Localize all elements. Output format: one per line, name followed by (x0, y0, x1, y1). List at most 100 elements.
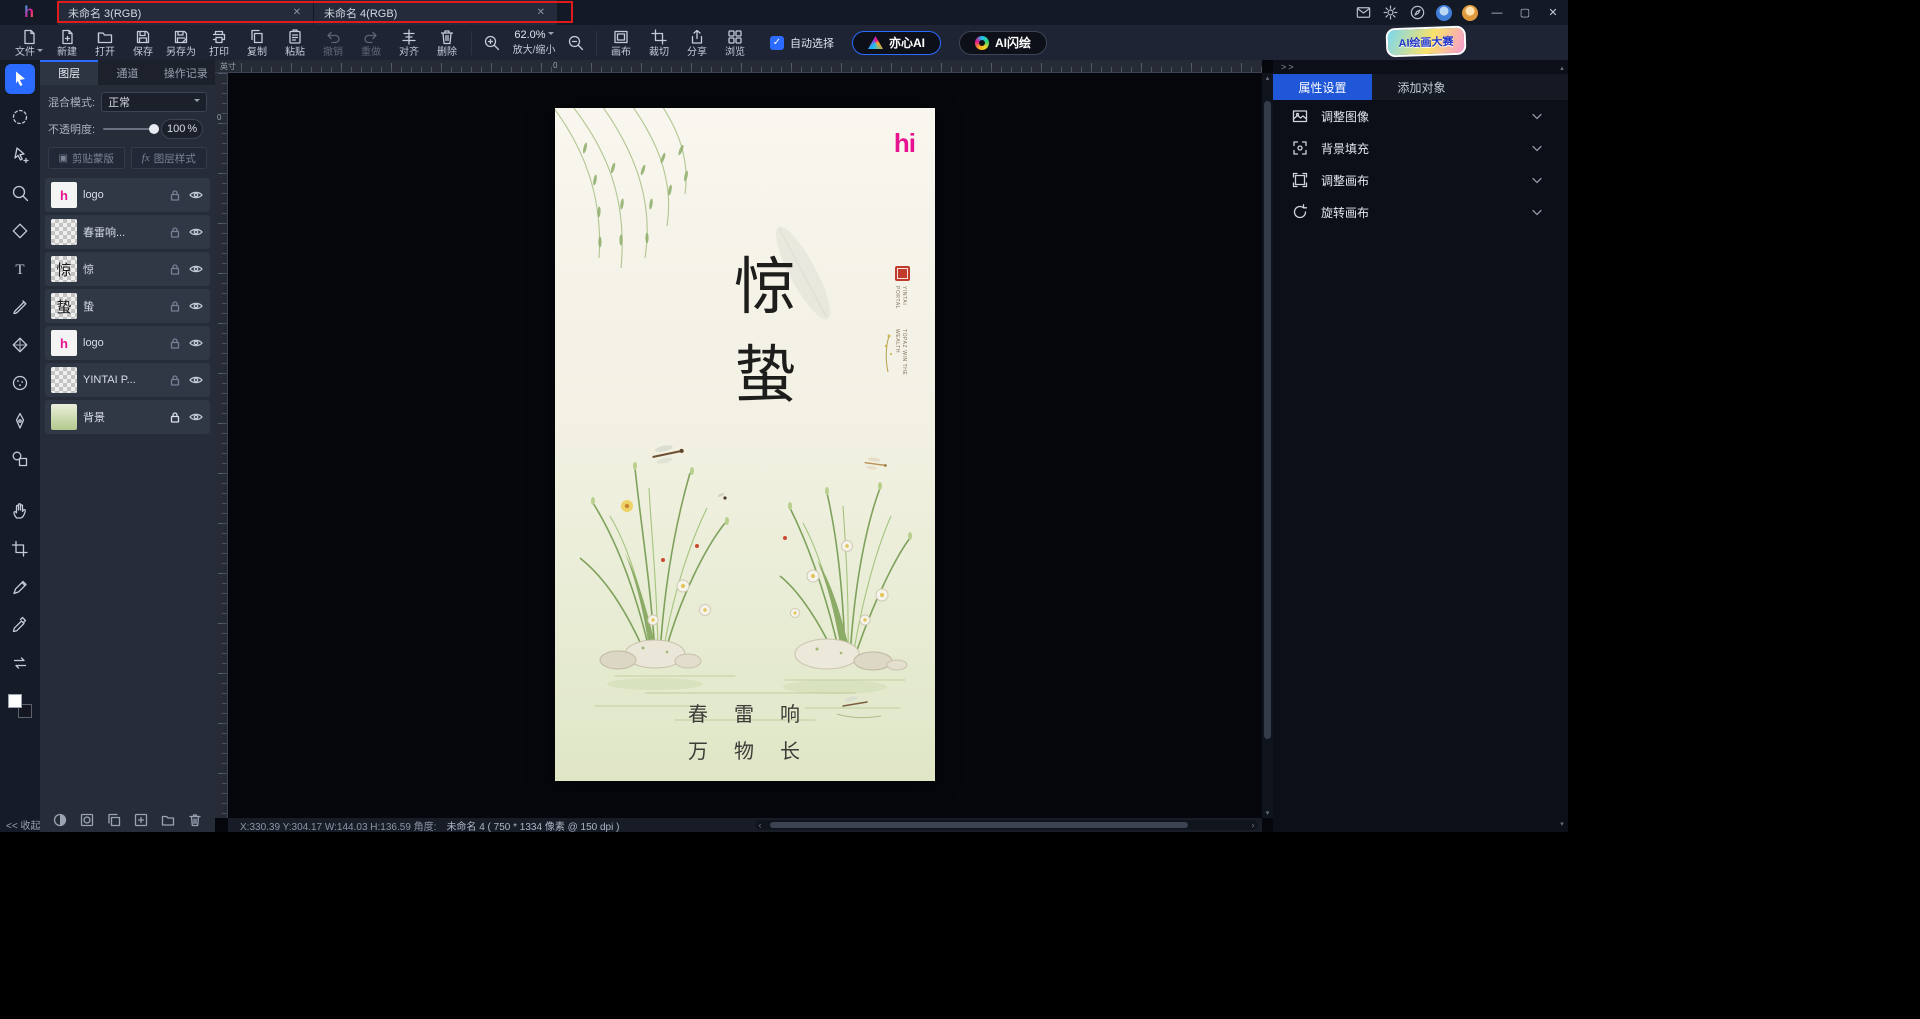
toolstrip-collapse-button[interactable]: << 收起 (6, 817, 40, 832)
delete-button[interactable]: 删除 (428, 28, 466, 58)
lock-icon[interactable] (168, 336, 182, 350)
undo-button[interactable]: 撤销 (314, 28, 352, 58)
mask-icon[interactable] (79, 812, 95, 828)
maximize-button[interactable]: ▢ (1516, 6, 1534, 19)
tab-channels[interactable]: 通道 (98, 60, 156, 85)
layer-row[interactable]: 蛰蛰 (45, 289, 210, 323)
group-folder-icon[interactable] (160, 812, 176, 828)
pattern-tool[interactable] (0, 326, 40, 364)
adjustment-icon[interactable] (52, 812, 68, 828)
user-avatar[interactable] (1436, 5, 1452, 21)
canvas-area[interactable]: 英寸 0 0 (215, 60, 1273, 832)
sphere-tool[interactable] (0, 364, 40, 402)
duplicate-layer-icon[interactable] (106, 812, 122, 828)
foreground-color-swatch[interactable] (8, 694, 22, 708)
marquee-tool[interactable] (0, 98, 40, 136)
scroll-right-icon[interactable]: › (1248, 820, 1258, 830)
new-button[interactable]: 新建 (48, 28, 86, 58)
ai-contest-badge[interactable]: AI绘画大赛 (1386, 26, 1467, 58)
layer-row[interactable]: YINTAI P... (45, 363, 210, 397)
horizontal-scroll-thumb[interactable] (770, 822, 1188, 828)
marker-tool[interactable] (0, 568, 40, 606)
layer-row[interactable]: 背景 (45, 400, 210, 434)
panel-item-adjust-image[interactable]: 调整图像 (1273, 100, 1556, 132)
color-swatches[interactable] (8, 694, 32, 718)
align-button[interactable]: 对齐 (390, 28, 428, 58)
tab-property-settings[interactable]: 属性设置 (1273, 74, 1372, 100)
lock-icon[interactable] (168, 262, 182, 276)
horizontal-scrollbar[interactable]: ‹ › (755, 820, 1258, 830)
close-tab-icon[interactable]: ✕ (291, 7, 303, 18)
vertical-scroll-thumb[interactable] (1264, 101, 1271, 739)
close-tab-icon[interactable]: ✕ (535, 7, 547, 18)
panel-scrollbar[interactable]: ▴ ▾ (1558, 64, 1566, 828)
shape-tool[interactable] (0, 440, 40, 478)
layer-row[interactable]: 春雷响... (45, 215, 210, 249)
panel-item-background-fill[interactable]: 背景填充 (1273, 132, 1556, 164)
canvas-button[interactable]: 画布 (602, 28, 640, 58)
doc-tab-2[interactable]: 未命名 4(RGB) ✕ (314, 0, 558, 25)
new-layer-icon[interactable] (133, 812, 149, 828)
panel-collapse-button[interactable]: >> (1281, 62, 1296, 72)
crop-tool[interactable] (0, 530, 40, 568)
settings-gear-icon[interactable] (1382, 4, 1399, 21)
paste-button[interactable]: 粘贴 (276, 28, 314, 58)
clipping-mask-button[interactable]: ▣ 剪贴蒙版 (48, 147, 125, 169)
save-as-button[interactable]: 另存为 (162, 28, 200, 58)
auto-select-checkbox[interactable]: ✓ 自动选择 (770, 35, 834, 51)
doc-tab-1[interactable]: 未命名 3(RGB) ✕ (58, 0, 314, 25)
mail-icon[interactable] (1355, 4, 1372, 21)
tab-add-object[interactable]: 添加对象 (1372, 74, 1471, 100)
open-button[interactable]: 打开 (86, 28, 124, 58)
crop-button[interactable]: 裁切 (640, 28, 678, 58)
discover-compass-icon[interactable] (1409, 4, 1426, 21)
panel-item-adjust-canvas[interactable]: 调整画布 (1273, 164, 1556, 196)
tab-layers[interactable]: 图层 (40, 60, 98, 85)
poster-document[interactable]: hi 惊 蛰 YINTAI PORTAL TOPAZ WIN THE WEALT… (555, 108, 935, 781)
zoom-in-icon[interactable] (479, 33, 505, 53)
lock-icon[interactable] (168, 225, 182, 239)
copy-button[interactable]: 复制 (238, 28, 276, 58)
opacity-slider-thumb[interactable] (149, 124, 159, 134)
panel-item-rotate-canvas[interactable]: 旋转画布 (1273, 196, 1556, 228)
print-button[interactable]: 打印 (200, 28, 238, 58)
save-button[interactable]: 保存 (124, 28, 162, 58)
layer-row[interactable]: hlogo (45, 178, 210, 212)
redo-button[interactable]: 重做 (352, 28, 390, 58)
vip-avatar[interactable] (1462, 5, 1478, 21)
eye-visibility-icon[interactable] (188, 261, 204, 277)
zoom-tool[interactable] (0, 174, 40, 212)
yixin-ai-button[interactable]: 亦心AI (852, 31, 941, 55)
layer-row[interactable]: 惊惊 (45, 252, 210, 286)
zoom-level-control[interactable]: 62.0% 放大/缩小 (505, 29, 563, 56)
scroll-up-icon[interactable]: ▴ (1262, 74, 1273, 82)
eye-visibility-icon[interactable] (188, 372, 204, 388)
text-tool[interactable]: T (0, 250, 40, 288)
eraser-tool[interactable] (0, 212, 40, 250)
swap-tool[interactable] (0, 644, 40, 682)
brush-tool[interactable] (0, 288, 40, 326)
lock-icon[interactable] (168, 410, 182, 424)
move-tool[interactable] (5, 64, 35, 94)
lock-icon[interactable] (168, 188, 182, 202)
layer-row[interactable]: hlogo (45, 326, 210, 360)
minimize-button[interactable]: — (1488, 7, 1506, 19)
tab-history[interactable]: 操作记录 (157, 60, 215, 85)
close-button[interactable]: ✕ (1544, 6, 1562, 19)
layer-style-button[interactable]: fx 图层样式 (131, 147, 208, 169)
file-button[interactable]: 文件 (10, 28, 48, 58)
eye-visibility-icon[interactable] (188, 409, 204, 425)
lasso-tool[interactable] (0, 136, 40, 174)
eye-visibility-icon[interactable] (188, 335, 204, 351)
hand-tool[interactable] (0, 492, 40, 530)
blend-mode-select[interactable]: 正常 (101, 92, 207, 112)
vertical-scrollbar[interactable]: ▴ ▾ (1262, 73, 1273, 818)
opacity-slider[interactable] (103, 128, 155, 130)
scroll-down-icon[interactable]: ▾ (1262, 809, 1273, 817)
opacity-value[interactable]: 100 % (161, 119, 203, 139)
pen-tool[interactable] (0, 402, 40, 440)
scroll-down-icon[interactable]: ▾ (1558, 820, 1566, 828)
scroll-up-icon[interactable]: ▴ (1558, 64, 1566, 72)
eye-visibility-icon[interactable] (188, 187, 204, 203)
share-button[interactable]: 分享 (678, 28, 716, 58)
